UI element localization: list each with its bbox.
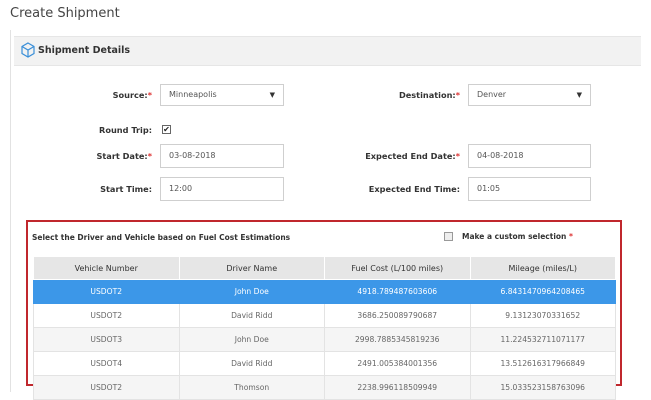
mileage-cell: 9.13123070331652	[469, 303, 616, 328]
chevron-down-icon: ▼	[576, 91, 582, 99]
table-row[interactable]: USDOT4 David Ridd 2491.005384001356 13.5…	[33, 351, 616, 376]
expected-end-date-field[interactable]: 04-08-2018	[468, 144, 591, 168]
fuel-cost-cell: 2998.7885345819236	[324, 327, 471, 352]
fuel-cost-cell: 3686.250089790687	[324, 303, 471, 328]
custom-selection-checkbox[interactable]	[444, 232, 453, 241]
expected-end-time-label: Expected End Time:	[368, 184, 460, 194]
start-date-field[interactable]: 03-08-2018	[160, 144, 284, 168]
table-row[interactable]: USDOT2 Thomson 2238.996118509949 15.0335…	[33, 375, 616, 400]
fuel-cost-cell: 2491.005384001356	[324, 351, 471, 376]
round-trip-checkbox[interactable]: ✔	[162, 125, 171, 134]
start-date-label: Start Date:*	[96, 151, 153, 161]
vehicle-number-cell: USDOT3	[33, 327, 180, 352]
cube-icon	[21, 42, 35, 58]
expected-end-time-field[interactable]: 01:05	[468, 177, 591, 201]
table-row[interactable]: USDOT2 David Ridd 3686.250089790687 9.13…	[33, 303, 616, 328]
source-select[interactable]: Minneapolis ▼	[160, 84, 284, 106]
expected-end-date-label: Expected End Date:*	[365, 151, 460, 161]
driver-name-cell: John Doe	[178, 279, 325, 304]
column-header[interactable]: Mileage (miles/L)	[469, 256, 616, 280]
mileage-cell: 13.512616317966849	[469, 351, 616, 376]
fuel-cost-cell: 4918.789487603606	[324, 279, 471, 304]
round-trip-label: Round Trip:	[99, 125, 152, 135]
source-label: Source:*	[112, 90, 152, 100]
vehicle-number-cell: USDOT2	[33, 303, 180, 328]
fuel-cost-cell: 2238.996118509949	[324, 375, 471, 400]
fuel-cost-table: Vehicle Number Driver Name Fuel Cost (L/…	[33, 256, 616, 400]
destination-select[interactable]: Denver ▼	[468, 84, 591, 106]
driver-name-cell: John Doe	[178, 327, 325, 352]
table-row[interactable]: USDOT2 John Doe 4918.789487603606 6.8431…	[33, 279, 616, 304]
mileage-cell: 11.224532711071177	[469, 327, 616, 352]
start-time-label: Start Time:	[100, 184, 152, 194]
column-header[interactable]: Vehicle Number	[33, 256, 180, 280]
column-header[interactable]: Driver Name	[178, 256, 325, 280]
driver-name-cell: David Ridd	[178, 303, 325, 328]
driver-name-cell: Thomson	[178, 375, 325, 400]
vehicle-number-cell: USDOT2	[33, 279, 180, 304]
panel-title: Shipment Details	[38, 45, 131, 56]
vehicle-number-cell: USDOT2	[33, 375, 180, 400]
mileage-cell: 6.8431470964208465	[469, 279, 616, 304]
page-title: Create Shipment	[10, 6, 120, 21]
table-row[interactable]: USDOT3 John Doe 2998.7885345819236 11.22…	[33, 327, 616, 352]
mileage-cell: 15.033523158763096	[469, 375, 616, 400]
selection-title: Select the Driver and Vehicle based on F…	[32, 233, 291, 242]
column-header[interactable]: Fuel Cost (L/100 miles)	[324, 256, 471, 280]
custom-selection-label: Make a custom selection *	[462, 232, 573, 241]
destination-label: Destination:*	[398, 90, 460, 100]
chevron-down-icon: ▼	[269, 91, 275, 99]
start-time-field[interactable]: 12:00	[160, 177, 284, 201]
vehicle-number-cell: USDOT4	[33, 351, 180, 376]
driver-name-cell: David Ridd	[178, 351, 325, 376]
